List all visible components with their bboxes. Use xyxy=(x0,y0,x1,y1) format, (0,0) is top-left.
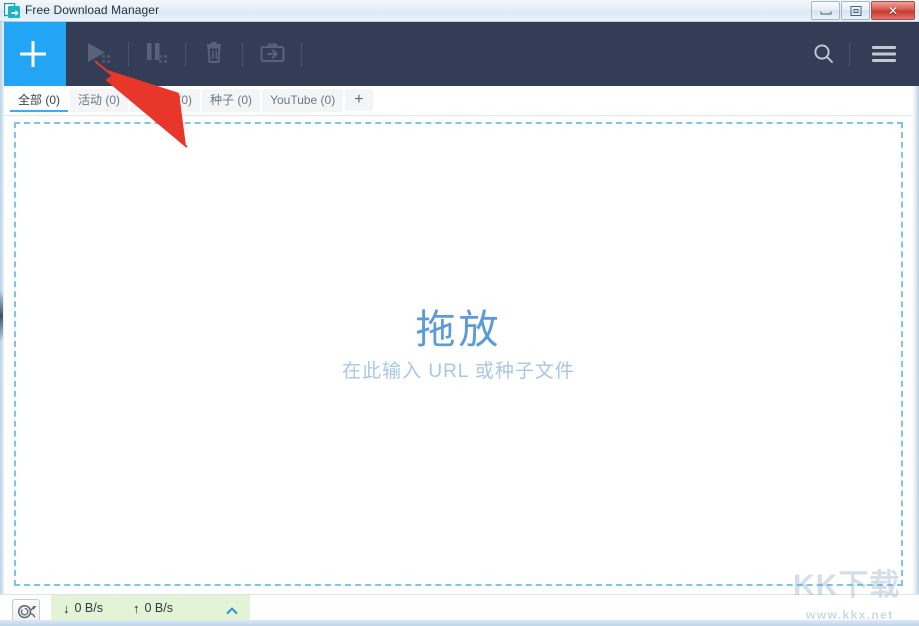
delete-download-button[interactable] xyxy=(186,22,242,86)
downloads-content-area: 拖放 在此输入 URL 或种子文件 xyxy=(0,116,919,594)
tab-active[interactable]: 活动 (0) xyxy=(70,89,129,112)
pause-icon xyxy=(147,43,167,63)
add-tab-button[interactable]: + xyxy=(345,89,373,111)
play-icon xyxy=(88,43,110,63)
download-speed-value: 0 B/s xyxy=(74,601,104,615)
snail-icon xyxy=(17,604,36,618)
maximize-button[interactable] xyxy=(841,1,870,20)
download-category-tabs: 全部 (0) 活动 (0) 已完成 (0) 种子 (0) YouTube (0)… xyxy=(10,89,373,112)
trash-icon xyxy=(207,41,221,63)
maximize-icon xyxy=(850,5,861,16)
drop-zone-message: 拖放 在此输入 URL 或种子文件 xyxy=(16,306,901,384)
upload-speed-item: ↑ 0 B/s xyxy=(133,601,173,616)
drop-zone-subtitle: 在此输入 URL 或种子文件 xyxy=(342,361,575,382)
search-icon xyxy=(814,44,833,63)
window-controls: ✕ xyxy=(811,1,915,20)
close-icon: ✕ xyxy=(887,3,899,18)
tab-youtube[interactable]: YouTube (0) xyxy=(262,89,344,112)
start-download-button[interactable] xyxy=(72,22,128,86)
title-bar: Free Download Manager ✕ xyxy=(0,0,919,22)
search-button[interactable] xyxy=(800,22,848,86)
toolbar-separator xyxy=(849,42,850,67)
pause-download-button[interactable] xyxy=(129,22,185,86)
minimize-icon xyxy=(820,11,831,15)
close-button[interactable]: ✕ xyxy=(871,1,915,20)
minimize-button[interactable] xyxy=(811,1,840,20)
speed-limit-button[interactable] xyxy=(12,599,40,622)
fdm-main-window: Free Download Manager ✕ 全部 (0) 活动 (0) 已完… xyxy=(0,0,919,626)
download-arrow-icon: ↓ xyxy=(63,600,70,616)
window-right-edge xyxy=(912,86,919,626)
download-document-icon xyxy=(3,2,21,19)
upload-arrow-icon: ↑ xyxy=(133,600,140,616)
tab-completed[interactable]: 已完成 (0) xyxy=(130,89,201,112)
hamburger-menu-icon xyxy=(872,46,896,62)
download-speed-item: ↓ 0 B/s xyxy=(63,601,103,616)
application-window: Free Download Manager ✕ 全部 (0) 活动 (0) 已完… xyxy=(0,0,919,626)
briefcase-arrow-icon xyxy=(260,43,285,62)
tab-all[interactable]: 全部 (0) xyxy=(10,89,69,112)
window-title: Free Download Manager xyxy=(25,3,160,17)
move-download-button[interactable] xyxy=(245,22,301,86)
upload-speed-value: 0 B/s xyxy=(144,601,174,615)
menu-button[interactable] xyxy=(860,22,908,86)
tab-strip: 全部 (0) 活动 (0) 已完成 (0) 种子 (0) YouTube (0)… xyxy=(0,86,919,116)
drop-zone-title: 拖放 xyxy=(415,308,502,352)
drop-zone[interactable]: 拖放 在此输入 URL 或种子文件 xyxy=(14,122,903,586)
chevron-up-icon[interactable] xyxy=(226,604,238,616)
tab-torrents[interactable]: 种子 (0) xyxy=(202,89,261,112)
add-download-button[interactable] xyxy=(0,22,66,86)
toolbar-separator xyxy=(301,42,302,67)
toolbar-separator xyxy=(242,42,243,67)
window-bottom-edge xyxy=(0,620,919,626)
main-toolbar xyxy=(0,22,919,86)
